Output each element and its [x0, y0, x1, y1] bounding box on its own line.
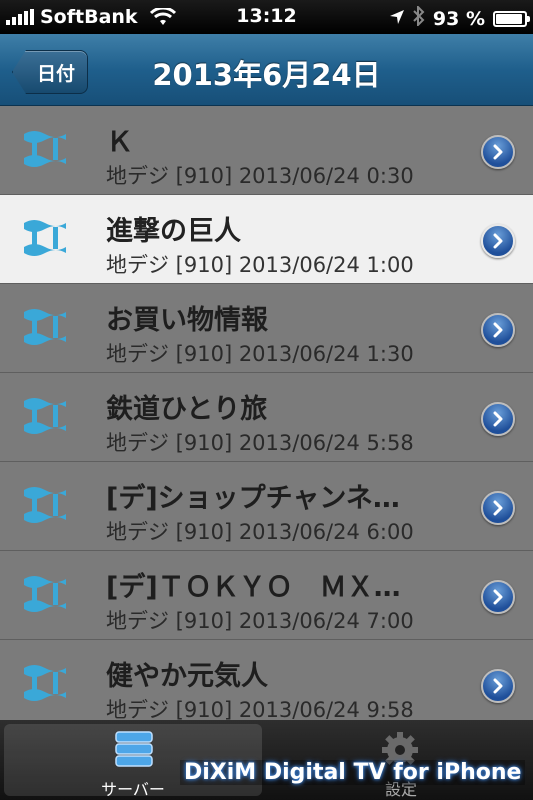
detail-disclosure-button[interactable]	[481, 580, 515, 614]
program-row[interactable]: [デ]ＴＯＫＹＯ ＭＸ… 地デジ [910] 2013/06/24 7:00	[0, 551, 533, 640]
detail-disclosure-button[interactable]	[481, 135, 515, 169]
chevron-right-icon	[490, 678, 506, 694]
chevron-right-icon	[490, 411, 506, 427]
program-row[interactable]: お買い物情報地デジ [910] 2013/06/24 1:30	[0, 284, 533, 373]
program-info: 地デジ [910] 2013/06/24 7:00	[106, 609, 414, 633]
program-info: 地デジ [910] 2013/06/24 1:00	[106, 253, 414, 277]
program-row[interactable]: [デ]ショップチャンネ… 地デジ [910] 2013/06/24 6:00	[0, 462, 533, 551]
detail-disclosure-button[interactable]	[481, 491, 515, 525]
program-info: 地デジ [910] 2013/06/24 6:00	[106, 520, 414, 544]
program-title: 進撃の巨人	[106, 216, 241, 247]
location-arrow-icon	[389, 8, 405, 30]
program-info: 地デジ [910] 2013/06/24 1:30	[106, 342, 414, 366]
program-info: 地デジ [910] 2013/06/24 5:58	[106, 431, 414, 455]
program-row[interactable]: 健やか元気人地デジ [910] 2013/06/24 9:58	[0, 640, 533, 720]
program-row[interactable]: 進撃の巨人地デジ [910] 2013/06/24 1:00	[0, 195, 533, 284]
chevron-right-icon	[490, 144, 506, 160]
channel-icon	[22, 128, 68, 170]
detail-disclosure-button[interactable]	[481, 669, 515, 703]
channel-icon	[22, 306, 68, 348]
detail-disclosure-button[interactable]	[481, 224, 515, 258]
page-title: 2013年6月24日	[152, 58, 381, 92]
channel-icon	[22, 217, 68, 259]
program-title: Ｋ	[106, 127, 133, 158]
channel-icon	[22, 573, 68, 615]
navigation-bar: 日付 2013年6月24日	[0, 34, 533, 106]
channel-icon	[22, 662, 68, 704]
program-title: 鉄道ひとり旅	[106, 394, 268, 425]
program-row[interactable]: 鉄道ひとり旅地デジ [910] 2013/06/24 5:58	[0, 373, 533, 462]
detail-disclosure-button[interactable]	[481, 313, 515, 347]
battery-percent: 93 %	[432, 7, 485, 30]
status-bar: SoftBank 13:12 93 %	[0, 0, 533, 34]
program-title: [デ]ショップチャンネ…	[106, 483, 400, 514]
program-list: Ｋ 地デジ [910] 2013/06/24 0:30 進撃の巨人地デジ [910]…	[0, 106, 533, 720]
chevron-right-icon	[490, 589, 506, 605]
program-row[interactable]: Ｋ 地デジ [910] 2013/06/24 0:30	[0, 106, 533, 195]
program-title: [デ]ＴＯＫＹＯ ＭＸ…	[106, 572, 401, 603]
channel-icon	[22, 395, 68, 437]
program-info: 地デジ [910] 2013/06/24 9:58	[106, 698, 414, 720]
program-info: 地デジ [910] 2013/06/24 0:30	[106, 164, 414, 188]
chevron-right-icon	[490, 500, 506, 516]
program-title: お買い物情報	[106, 305, 268, 336]
app-watermark: DiXiM Digital TV for iPhone	[180, 760, 526, 785]
chevron-right-icon	[490, 233, 506, 249]
detail-disclosure-button[interactable]	[481, 402, 515, 436]
program-title: 健やか元気人	[106, 661, 268, 692]
channel-icon	[22, 484, 68, 526]
bluetooth-icon	[413, 4, 425, 31]
chevron-right-icon	[490, 322, 506, 338]
server-icon	[115, 731, 153, 767]
battery-icon	[493, 10, 530, 27]
